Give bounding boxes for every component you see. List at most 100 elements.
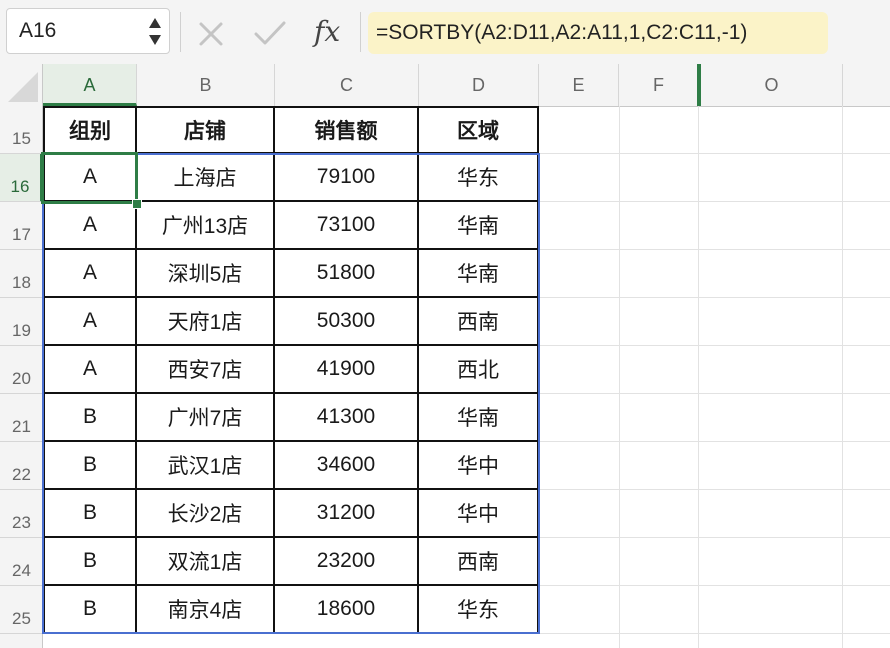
cell-text: 西南	[457, 311, 499, 334]
table-header-cell-store[interactable]: 店铺	[137, 106, 275, 154]
select-all-icon	[8, 72, 38, 102]
stepper-down-icon[interactable]	[149, 35, 161, 45]
table-cell-store[interactable]: 南京4店	[137, 586, 275, 634]
table-cell-region[interactable]: 华中	[419, 490, 539, 538]
select-all-corner[interactable]	[0, 64, 43, 106]
cell-text: 23200	[316, 549, 376, 572]
table-cell-group[interactable]: A	[43, 154, 137, 202]
formula-bar-divider	[360, 12, 361, 52]
table-cell-sales[interactable]: 18600	[275, 586, 419, 634]
table-cell-sales[interactable]: 31200	[275, 490, 419, 538]
table-cell-store[interactable]: 长沙2店	[137, 490, 275, 538]
name-box[interactable]: A16	[6, 8, 170, 54]
fill-handle[interactable]	[132, 199, 142, 209]
cell-text: 组别	[69, 120, 111, 143]
table-cell-sales[interactable]: 50300	[275, 298, 419, 346]
cell-text: 华南	[457, 263, 499, 286]
cell-text: 双流1店	[167, 551, 243, 574]
cell-text: 51800	[316, 261, 376, 284]
frozen-pane-divider[interactable]	[697, 64, 701, 106]
cell-text: 天府1店	[167, 311, 243, 334]
table-cell-sales[interactable]: 34600	[275, 442, 419, 490]
table-cell-group[interactable]: B	[43, 490, 137, 538]
cell-text: 华中	[457, 455, 499, 478]
row-header-22[interactable]: 22	[0, 442, 43, 490]
stepper-up-icon[interactable]	[149, 18, 161, 28]
table-cell-region[interactable]: 西南	[419, 538, 539, 586]
column-header-f[interactable]: F	[619, 64, 699, 106]
stepper-icon[interactable]	[149, 13, 163, 49]
table-cell-sales[interactable]: 73100	[275, 202, 419, 250]
row-number: 19	[12, 321, 31, 340]
row-number: 16	[10, 177, 30, 196]
column-header-b[interactable]: B	[137, 64, 275, 106]
table-header-cell-group[interactable]: 组别	[43, 106, 137, 154]
table-cell-region[interactable]: 华中	[419, 442, 539, 490]
row-header-15[interactable]: 15	[0, 106, 43, 154]
gridline	[698, 106, 699, 648]
table-cell-store[interactable]: 深圳5店	[137, 250, 275, 298]
cell-text: 华中	[457, 503, 499, 526]
table-cell-group[interactable]: A	[43, 346, 137, 394]
row-header-16[interactable]: 16	[0, 154, 43, 202]
table-cell-sales[interactable]: 41900	[275, 346, 419, 394]
table-cell-sales[interactable]: 23200	[275, 538, 419, 586]
table-cell-store[interactable]: 天府1店	[137, 298, 275, 346]
table-cell-store[interactable]: 上海店	[137, 154, 275, 202]
formula-input[interactable]: =SORTBY(A2:D11,A2:A11,1,C2:C11,-1)	[368, 12, 828, 54]
table-cell-sales[interactable]: 41300	[275, 394, 419, 442]
row-header-21[interactable]: 21	[0, 394, 43, 442]
cell-text: 西南	[457, 551, 499, 574]
table-cell-store[interactable]: 广州7店	[137, 394, 275, 442]
table-cell-group[interactable]: B	[43, 586, 137, 634]
row-header-24[interactable]: 24	[0, 538, 43, 586]
table-cell-store[interactable]: 西安7店	[137, 346, 275, 394]
table-cell-sales[interactable]: 79100	[275, 154, 419, 202]
row-header-19[interactable]: 19	[0, 298, 43, 346]
column-header-c[interactable]: C	[275, 64, 419, 106]
table-cell-region[interactable]: 华南	[419, 394, 539, 442]
table-cell-group[interactable]: A	[43, 202, 137, 250]
cell-text: 长沙2店	[167, 503, 243, 526]
row-number: 24	[12, 561, 31, 580]
row-number: 23	[12, 513, 31, 532]
cell-text: B	[82, 405, 97, 428]
cell-text: 18600	[316, 597, 376, 620]
table-cell-store[interactable]: 双流1店	[137, 538, 275, 586]
table-cell-region[interactable]: 华东	[419, 586, 539, 634]
cell-text: A	[82, 165, 97, 188]
enter-icon[interactable]	[252, 14, 288, 50]
fx-icon[interactable]: fx	[314, 12, 354, 48]
cell-text: 华东	[457, 167, 499, 190]
table-cell-group[interactable]: B	[43, 394, 137, 442]
column-header-o[interactable]: O	[701, 64, 843, 106]
table-header-cell-sales[interactable]: 销售额	[275, 106, 419, 154]
cancel-icon[interactable]	[196, 14, 226, 50]
table-cell-region[interactable]: 西北	[419, 346, 539, 394]
table-cell-store[interactable]: 广州13店	[137, 202, 275, 250]
row-header-18[interactable]: 18	[0, 250, 43, 298]
cell-text: 南京4店	[167, 599, 243, 622]
table-cell-group[interactable]: B	[43, 538, 137, 586]
table-cell-store[interactable]: 武汉1店	[137, 442, 275, 490]
table-cell-region[interactable]: 华东	[419, 154, 539, 202]
column-header-e[interactable]: E	[539, 64, 619, 106]
cell-text: A	[82, 309, 97, 332]
row-header-17[interactable]: 17	[0, 202, 43, 250]
gridline	[842, 106, 843, 648]
row-header-20[interactable]: 20	[0, 346, 43, 394]
row-header-25[interactable]: 25	[0, 586, 43, 634]
row-header-23[interactable]: 23	[0, 490, 43, 538]
column-header-a[interactable]: A	[43, 64, 137, 106]
cell-grid[interactable]: 组别 店铺 销售额 区域 A 上海店 79100 华东 A 广州13店 73100 华南 A 深圳5店 51…	[41, 106, 890, 648]
table-cell-group[interactable]: B	[43, 442, 137, 490]
table-cell-sales[interactable]: 51800	[275, 250, 419, 298]
table-cell-region[interactable]: 西南	[419, 298, 539, 346]
cell-text: 华南	[457, 215, 499, 238]
table-cell-group[interactable]: A	[43, 298, 137, 346]
table-cell-region[interactable]: 华南	[419, 250, 539, 298]
table-cell-group[interactable]: A	[43, 250, 137, 298]
table-cell-region[interactable]: 华南	[419, 202, 539, 250]
table-header-cell-region[interactable]: 区域	[419, 106, 539, 154]
column-header-d[interactable]: D	[419, 64, 539, 106]
